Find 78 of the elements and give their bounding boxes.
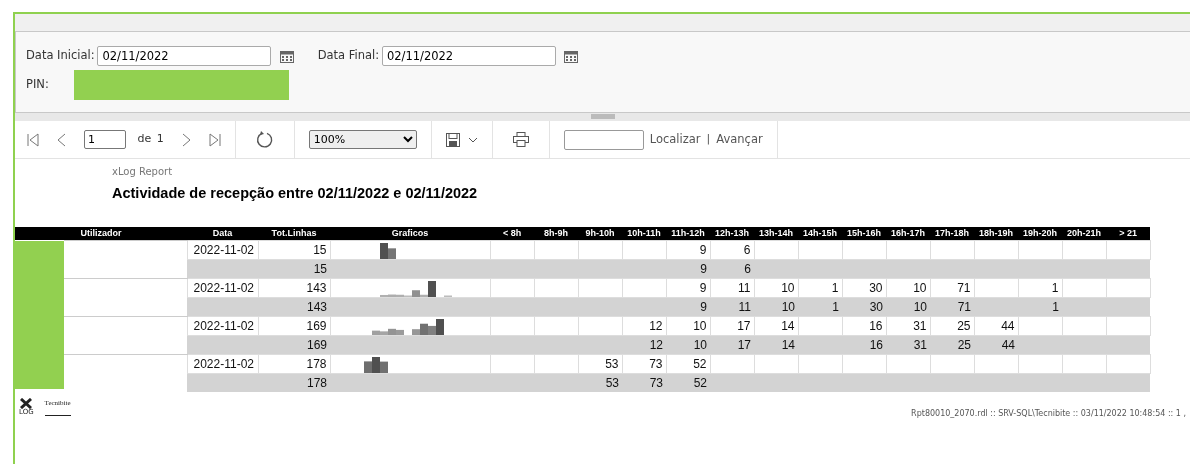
of-label: de: [137, 131, 152, 148]
brand-label: xLog Report: [112, 165, 174, 179]
hour-cell: 44: [974, 316, 1018, 336]
print-icon[interactable]: [512, 132, 529, 147]
hour-cell: 10: [754, 278, 798, 298]
column-header: > 21: [1106, 226, 1150, 241]
parameter-label: PIN:: [26, 76, 50, 94]
total-cell: 143: [258, 278, 330, 298]
save-icon[interactable]: [445, 132, 460, 147]
hour-cell: 6: [710, 240, 754, 260]
separator: |: [706, 131, 711, 148]
hour-cell: 9: [666, 278, 710, 298]
date-field[interactable]: 02/11/2022: [97, 46, 272, 66]
date-cell: 2022-11-02: [187, 354, 258, 374]
hour-cell: 53: [578, 354, 622, 374]
last-page-icon[interactable]: [208, 132, 221, 147]
hour-cell: 30: [842, 278, 886, 298]
column-header: 15h-16h: [842, 226, 886, 241]
page-count: 1: [156, 131, 164, 148]
hour-cell: 10: [886, 278, 930, 298]
logo-icon: [20, 398, 33, 410]
refresh-icon[interactable]: [255, 130, 274, 149]
date-field[interactable]: 02/11/2022: [381, 46, 556, 66]
hour-cell: 25: [930, 316, 974, 336]
hour-cell: 9: [666, 240, 710, 260]
parameter-label: Data Inicial:: [26, 47, 95, 65]
column-header: 14h-15h: [798, 226, 842, 241]
hour-cell: 10: [666, 316, 710, 336]
hour-cell: 14: [754, 316, 798, 336]
hour-cell: 1: [1018, 278, 1062, 298]
sparkline-chart: [379, 241, 396, 260]
date-cell: 2022-11-02: [187, 278, 258, 298]
column-header: 13h-14h: [754, 226, 798, 241]
first-page-icon[interactable]: [27, 132, 39, 147]
column-header: < 8h: [490, 226, 534, 241]
total-cell: 15: [258, 240, 330, 260]
hour-cell: 17: [710, 316, 754, 336]
report-title: Actividade de recepção entre 02/11/2022 e 02/11/2022: [112, 184, 479, 203]
hour-cell: 16: [842, 316, 886, 336]
column-header: 20h-21h: [1062, 226, 1106, 241]
find-link[interactable]: Localizar: [649, 130, 701, 149]
date-cell: 2022-11-02: [187, 240, 258, 260]
column-header: 19h-20h: [1018, 226, 1062, 241]
column-header: Graficos: [330, 226, 490, 241]
column-header: 11h-12h: [666, 226, 710, 241]
calendar-icon[interactable]: [564, 49, 579, 63]
hour-cell: 11: [710, 278, 754, 298]
splitter-handle[interactable]: [590, 114, 615, 119]
total-cell: 169: [258, 316, 330, 336]
column-header: 16h-17h: [886, 226, 930, 241]
column-header: Data: [187, 226, 258, 241]
column-header: Tot.Linhas: [258, 226, 330, 241]
page-field[interactable]: 1: [84, 130, 126, 149]
next-icon[interactable]: [181, 132, 191, 147]
hour-cell: 12: [622, 316, 666, 336]
hour-cell: 1: [798, 278, 842, 298]
date-cell: 2022-11-02: [187, 316, 258, 336]
column-header: Utilizador: [15, 226, 187, 241]
hour-cell: 31: [886, 316, 930, 336]
hour-cell: 71: [930, 278, 974, 298]
caret-icon[interactable]: [467, 136, 478, 143]
column-header: 18h-19h: [974, 226, 1018, 241]
column-header: 10h-11h: [622, 226, 666, 241]
total-cell: 178: [258, 354, 330, 374]
zoom-select[interactable]: 100%: [308, 130, 417, 149]
next-link[interactable]: Avançar: [716, 130, 763, 149]
hour-cell: 73: [622, 354, 666, 374]
parameter-label: Data Final:: [317, 47, 380, 65]
calendar-icon[interactable]: [279, 49, 294, 63]
previous-icon[interactable]: [57, 132, 66, 147]
find-field[interactable]: [563, 129, 644, 150]
sparkline-chart: [363, 355, 388, 374]
column-header: 8h-9h: [534, 226, 578, 241]
hour-cell: 52: [666, 354, 710, 374]
column-header: 9h-10h: [578, 226, 622, 241]
column-header: 12h-13h: [710, 226, 754, 241]
report-info: Rpt80010_2070.rdl :: SRV-SQL\Tecnibite :: 03/11/2022 10:48:54 :: 1 ,: [911, 408, 1186, 421]
column-header: 17h-18h: [930, 226, 974, 241]
